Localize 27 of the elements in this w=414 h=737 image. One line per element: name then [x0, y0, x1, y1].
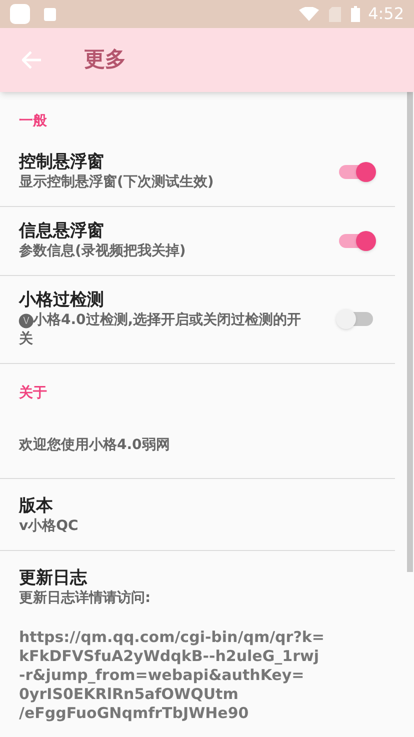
- page-title: 更多: [84, 46, 126, 74]
- setting-row[interactable]: 小格过检测 🅥小格4.0过检测,选择开启或关闭过检测的开关: [0, 276, 395, 364]
- clock-time: 4:52: [368, 3, 404, 25]
- setting-summary: 显示控制悬浮窗(下次测试生效): [19, 173, 215, 192]
- setting-summary: v小格QC: [19, 517, 80, 536]
- setting-row[interactable]: 控制悬浮窗 显示控制悬浮窗(下次测试生效): [0, 138, 395, 207]
- section-header: 一般: [19, 113, 47, 129]
- setting-title: 更新日志: [19, 567, 88, 589]
- url-text: https://qm.qq.com/cgi-bin/qm/qr?k=: [19, 628, 326, 647]
- setting-summary: 🅥小格4.0过检测,选择开启或关闭过检测的开关: [19, 311, 302, 349]
- url-text: /eFggFuoGNqmfrTbJWHe90: [19, 704, 250, 723]
- no-sim-icon: [329, 6, 342, 22]
- url-text: -r&jump_from=webapi&authKey=: [19, 666, 306, 685]
- setting-title: 小格过检测: [19, 289, 105, 311]
- setting-summary: 参数信息(录视频把我关掉): [19, 242, 187, 261]
- app-icon: [10, 4, 30, 24]
- url-text: kFkDFVSfuA2yWdqkB--h2uleG_1rwj: [19, 647, 320, 666]
- battery-icon: [351, 6, 360, 22]
- setting-row[interactable]: 信息悬浮窗 参数信息(录视频把我关掉): [0, 207, 395, 276]
- welcome-text: 欢迎您使用小格4.0弱网: [19, 437, 170, 453]
- wifi-icon: [299, 7, 320, 21]
- section-header: 关于: [19, 385, 47, 401]
- url-text: 0yrIS0EKRlRn5afOWQUtm: [19, 685, 240, 704]
- setting-title: 版本: [19, 495, 54, 517]
- setting-summary: 更新日志详情请访问:: [19, 589, 152, 608]
- setting-title: 控制悬浮窗: [19, 151, 105, 173]
- setting-title: 信息悬浮窗: [19, 220, 105, 242]
